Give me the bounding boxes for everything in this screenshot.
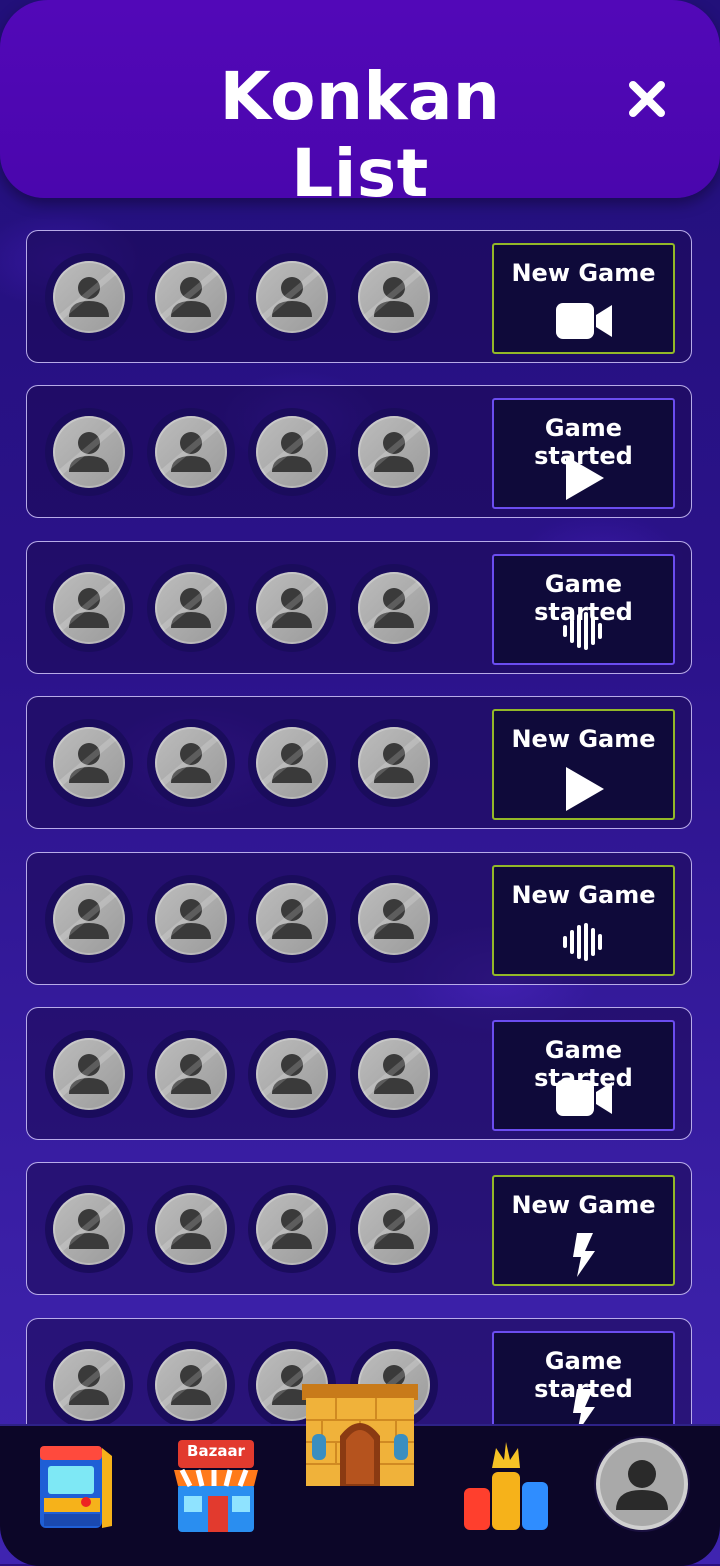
player-slot-3[interactable] xyxy=(248,875,336,963)
empty-player-avatar-icon xyxy=(155,883,227,955)
player-slot-1[interactable] xyxy=(45,253,133,341)
empty-player-avatar-icon xyxy=(53,1193,125,1265)
voice-wave-icon xyxy=(562,612,605,654)
empty-player-avatar-icon xyxy=(53,572,125,644)
empty-player-avatar-icon xyxy=(256,1193,328,1265)
empty-player-avatar-icon xyxy=(53,883,125,955)
empty-player-avatar-icon xyxy=(358,1038,430,1110)
player-slot-3[interactable] xyxy=(248,564,336,652)
room-status-label: New Game xyxy=(511,881,656,909)
leaderboard-crown-icon xyxy=(464,1442,548,1530)
room-row: New Game xyxy=(26,1162,692,1295)
player-slot-4[interactable] xyxy=(350,564,438,652)
nav-arcade-button[interactable] xyxy=(34,1440,118,1534)
room-status-button[interactable]: New Game xyxy=(492,865,675,976)
player-slot-2[interactable] xyxy=(147,875,235,963)
video-camera-icon xyxy=(555,301,612,345)
close-button[interactable] xyxy=(622,74,672,124)
play-icon xyxy=(564,456,604,504)
player-slot-4[interactable] xyxy=(350,408,438,496)
room-status-button[interactable]: New Game xyxy=(492,1175,675,1286)
home-building-icon xyxy=(302,1384,418,1486)
empty-player-avatar-icon xyxy=(53,261,125,333)
player-slot-2[interactable] xyxy=(147,1030,235,1118)
room-status-button[interactable]: Game started xyxy=(492,398,675,509)
player-slot-3[interactable] xyxy=(248,1185,336,1273)
room-status-button[interactable]: New Game xyxy=(492,243,675,354)
player-slot-1[interactable] xyxy=(45,1185,133,1273)
room-row: Game started xyxy=(26,385,692,518)
voice-wave-icon xyxy=(562,923,605,965)
player-slot-2[interactable] xyxy=(147,1341,235,1429)
nav-bazaar-button[interactable]: Bazaar xyxy=(168,1438,264,1536)
empty-player-avatar-icon xyxy=(155,1038,227,1110)
player-slot-2[interactable] xyxy=(147,408,235,496)
empty-player-avatar-icon xyxy=(256,572,328,644)
room-status-label: New Game xyxy=(511,725,656,753)
profile-avatar-icon xyxy=(596,1438,688,1530)
player-slot-3[interactable] xyxy=(248,253,336,341)
empty-player-avatar-icon xyxy=(155,1349,227,1421)
player-slot-3[interactable] xyxy=(248,1030,336,1118)
room-status-button[interactable]: New Game xyxy=(492,709,675,820)
player-slot-2[interactable] xyxy=(147,564,235,652)
nav-leaderboard-button[interactable] xyxy=(458,1438,554,1536)
player-slot-3[interactable] xyxy=(248,408,336,496)
empty-player-avatar-icon xyxy=(53,1349,125,1421)
empty-player-avatar-icon xyxy=(53,1038,125,1110)
room-row: New Game xyxy=(26,230,692,363)
player-slot-2[interactable] xyxy=(147,719,235,807)
room-status-button[interactable]: Game started xyxy=(492,1020,675,1131)
empty-player-avatar-icon xyxy=(358,572,430,644)
player-slot-4[interactable] xyxy=(350,875,438,963)
room-row: New Game xyxy=(26,852,692,985)
empty-player-avatar-icon xyxy=(256,883,328,955)
empty-player-avatar-icon xyxy=(155,572,227,644)
empty-player-avatar-icon xyxy=(358,883,430,955)
empty-player-avatar-icon xyxy=(358,1193,430,1265)
player-slot-1[interactable] xyxy=(45,564,133,652)
nav-home-button[interactable] xyxy=(296,1380,424,1488)
nav-profile-button[interactable] xyxy=(594,1436,690,1532)
empty-player-avatar-icon xyxy=(358,261,430,333)
room-row: Game started xyxy=(26,1007,692,1140)
room-row: New Game xyxy=(26,696,692,829)
empty-player-avatar-icon xyxy=(256,1038,328,1110)
room-status-label: New Game xyxy=(511,1191,656,1219)
lightning-icon xyxy=(571,1233,597,1281)
empty-player-avatar-icon xyxy=(358,416,430,488)
page-title: Konkan List xyxy=(219,58,501,212)
bazaar-sign-text: Bazaar xyxy=(187,1442,245,1460)
room-status-label: New Game xyxy=(511,259,656,287)
header-bar: Konkan List xyxy=(0,0,720,212)
empty-player-avatar-icon xyxy=(155,416,227,488)
empty-player-avatar-icon xyxy=(53,416,125,488)
play-icon xyxy=(564,767,604,815)
player-slot-3[interactable] xyxy=(248,719,336,807)
player-slot-1[interactable] xyxy=(45,408,133,496)
empty-player-avatar-icon xyxy=(53,727,125,799)
player-slot-4[interactable] xyxy=(350,1185,438,1273)
empty-player-avatar-icon xyxy=(155,261,227,333)
player-slot-1[interactable] xyxy=(45,875,133,963)
empty-player-avatar-icon xyxy=(256,261,328,333)
close-icon xyxy=(629,81,665,117)
player-slot-2[interactable] xyxy=(147,1185,235,1273)
room-status-button[interactable]: Game started xyxy=(492,554,675,665)
player-slot-1[interactable] xyxy=(45,1030,133,1118)
empty-player-avatar-icon xyxy=(256,416,328,488)
empty-player-avatar-icon xyxy=(358,727,430,799)
empty-player-avatar-icon xyxy=(155,727,227,799)
arcade-machine-icon xyxy=(40,1446,112,1528)
player-slot-4[interactable] xyxy=(350,719,438,807)
player-slot-2[interactable] xyxy=(147,253,235,341)
room-row: Game started xyxy=(26,541,692,674)
empty-player-avatar-icon xyxy=(155,1193,227,1265)
player-slot-4[interactable] xyxy=(350,253,438,341)
video-camera-icon xyxy=(555,1078,612,1122)
player-slot-4[interactable] xyxy=(350,1030,438,1118)
player-slot-1[interactable] xyxy=(45,719,133,807)
empty-player-avatar-icon xyxy=(256,727,328,799)
player-slot-1[interactable] xyxy=(45,1341,133,1429)
